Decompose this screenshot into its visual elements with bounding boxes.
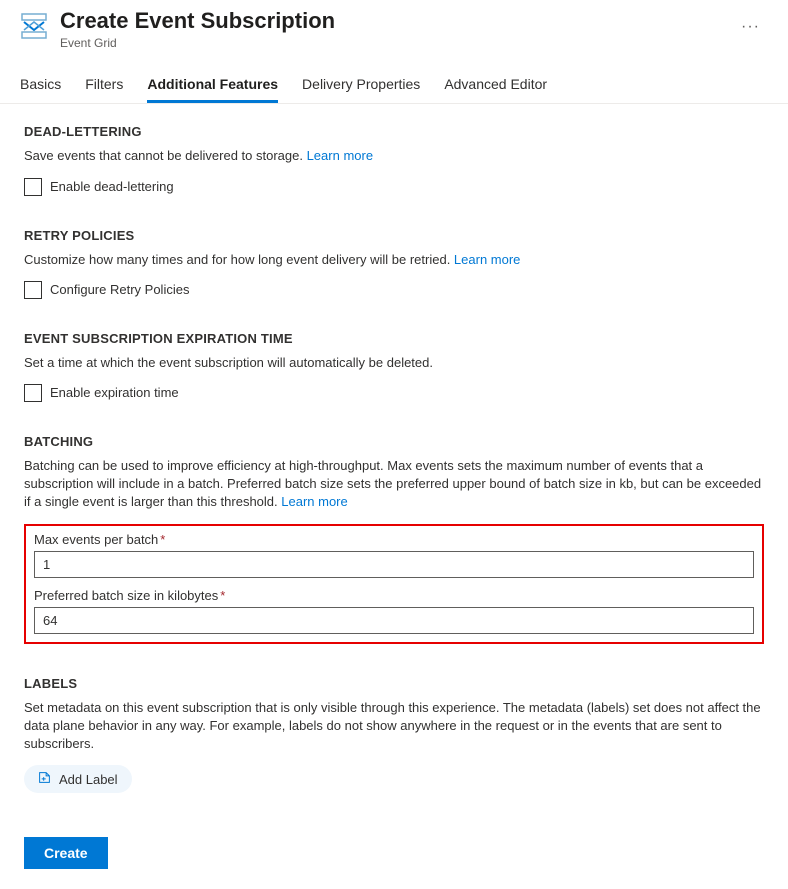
section-batching: BATCHING Batching can be used to improve… — [24, 434, 764, 644]
section-desc: Set a time at which the event subscripti… — [24, 354, 764, 372]
page-subtitle: Event Grid — [60, 36, 721, 50]
learn-more-link[interactable]: Learn more — [307, 148, 373, 163]
batch-size-input[interactable] — [34, 607, 754, 634]
tab-delivery-properties[interactable]: Delivery Properties — [302, 66, 420, 103]
add-label-icon — [38, 771, 51, 787]
batching-highlight: Max events per batch* Preferred batch si… — [24, 524, 764, 644]
tab-filters[interactable]: Filters — [85, 66, 123, 103]
section-desc: Customize how many times and for how lon… — [24, 251, 764, 269]
section-expiration: EVENT SUBSCRIPTION EXPIRATION TIME Set a… — [24, 331, 764, 402]
tab-basics[interactable]: Basics — [20, 66, 61, 103]
checkbox-label[interactable]: Enable dead-lettering — [50, 179, 174, 194]
section-dead-lettering: DEAD-LETTERING Save events that cannot b… — [24, 124, 764, 195]
section-title: BATCHING — [24, 434, 764, 449]
learn-more-link[interactable]: Learn more — [454, 252, 520, 267]
section-retry-policies: RETRY POLICIES Customize how many times … — [24, 228, 764, 299]
event-grid-icon — [20, 12, 48, 40]
more-button[interactable]: ··· — [733, 14, 768, 40]
enable-dead-lettering-checkbox[interactable] — [24, 178, 42, 196]
section-desc: Batching can be used to improve efficien… — [24, 457, 764, 512]
section-title: DEAD-LETTERING — [24, 124, 764, 139]
checkbox-label[interactable]: Configure Retry Policies — [50, 282, 189, 297]
required-indicator: * — [220, 588, 225, 603]
max-events-input[interactable] — [34, 551, 754, 578]
batch-size-label: Preferred batch size in kilobytes* — [34, 588, 754, 603]
tab-bar: Basics Filters Additional Features Deliv… — [0, 66, 788, 104]
section-labels: LABELS Set metadata on this event subscr… — [24, 676, 764, 794]
footer: Create — [0, 825, 788, 889]
page-title: Create Event Subscription — [60, 8, 721, 34]
max-events-label: Max events per batch* — [34, 532, 754, 547]
add-label-button[interactable]: Add Label — [24, 765, 132, 793]
create-button[interactable]: Create — [24, 837, 108, 869]
section-desc: Set metadata on this event subscription … — [24, 699, 764, 754]
learn-more-link[interactable]: Learn more — [281, 494, 347, 509]
section-title: RETRY POLICIES — [24, 228, 764, 243]
page-header: Create Event Subscription Event Grid ··· — [0, 0, 788, 58]
enable-expiration-checkbox[interactable] — [24, 384, 42, 402]
section-title: LABELS — [24, 676, 764, 691]
section-title: EVENT SUBSCRIPTION EXPIRATION TIME — [24, 331, 764, 346]
tab-additional-features[interactable]: Additional Features — [147, 66, 278, 103]
tab-advanced-editor[interactable]: Advanced Editor — [444, 66, 547, 103]
add-label-text: Add Label — [59, 772, 118, 787]
checkbox-label[interactable]: Enable expiration time — [50, 385, 179, 400]
section-desc: Save events that cannot be delivered to … — [24, 147, 764, 165]
required-indicator: * — [160, 532, 165, 547]
configure-retry-checkbox[interactable] — [24, 281, 42, 299]
